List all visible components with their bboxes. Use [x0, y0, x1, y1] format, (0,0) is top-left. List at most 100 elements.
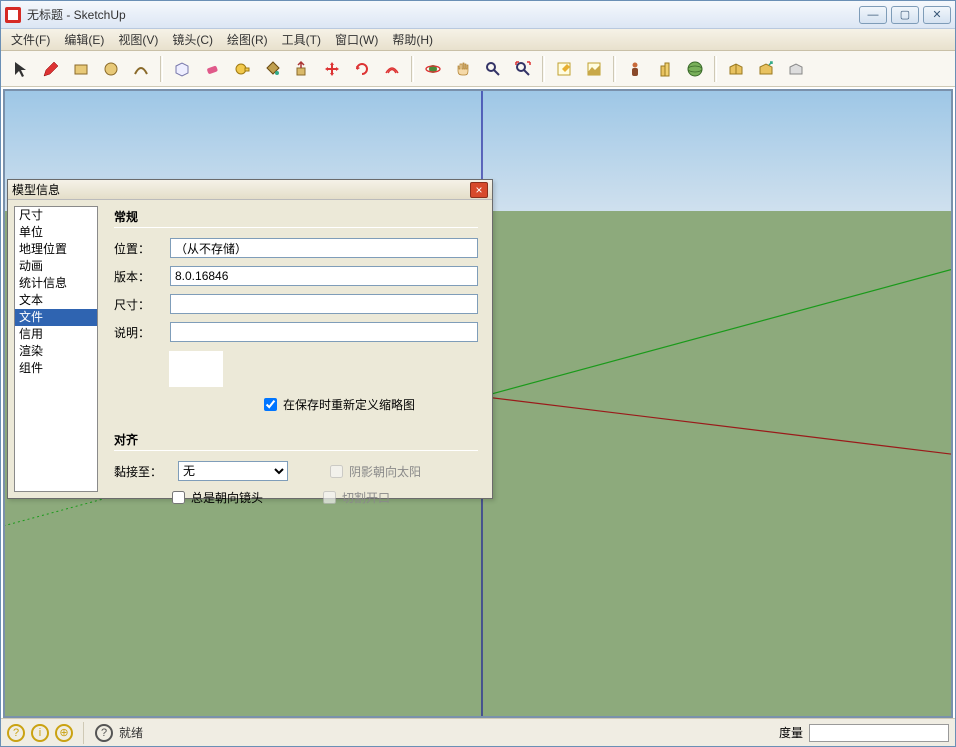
make-component-icon[interactable]: [168, 55, 196, 83]
shadows-face-sun-label: 阴影朝向太阳: [349, 463, 421, 480]
always-face-camera-label: 总是朝向镜头: [191, 489, 263, 506]
cut-opening-label: 切割开口: [342, 489, 390, 506]
app-icon: [5, 7, 21, 23]
rectangle-icon[interactable]: [67, 55, 95, 83]
help-icon[interactable]: ?: [7, 724, 25, 742]
description-field[interactable]: [170, 322, 478, 342]
person-icon[interactable]: [621, 55, 649, 83]
glue-label: 黏接至：: [114, 463, 166, 480]
3dwarehouse-get-icon[interactable]: [722, 55, 750, 83]
cat-animation[interactable]: 动画: [15, 258, 97, 275]
menu-draw[interactable]: 绘图(R): [223, 29, 272, 50]
select-icon[interactable]: [7, 55, 35, 83]
cat-geolocation[interactable]: 地理位置: [15, 241, 97, 258]
window-buttons: — ▢ ✕: [859, 6, 951, 24]
arc-icon[interactable]: [127, 55, 155, 83]
menubar: 文件(F) 编辑(E) 视图(V) 镜头(C) 绘图(R) 工具(T) 窗口(W…: [1, 29, 955, 51]
move-icon[interactable]: [318, 55, 346, 83]
toolbar-separator: [160, 56, 163, 82]
category-list[interactable]: 尺寸 单位 地理位置 动画 统计信息 文本 文件 信用 渲染 组件: [14, 206, 98, 492]
building-icon[interactable]: [651, 55, 679, 83]
toolbar-separator: [714, 56, 717, 82]
location-field: [170, 238, 478, 258]
instructor-icon[interactable]: i: [31, 724, 49, 742]
cat-dimensions[interactable]: 尺寸: [15, 207, 97, 224]
status-text: 就绪: [119, 724, 143, 741]
divider: [114, 227, 478, 228]
offset-icon[interactable]: [378, 55, 406, 83]
dialog-form: 常规 位置： 版本： 尺寸： 说明：: [98, 200, 492, 498]
dialog-titlebar[interactable]: 模型信息 ×: [8, 180, 492, 200]
menu-window[interactable]: 窗口(W): [331, 29, 382, 50]
cat-text[interactable]: 文本: [15, 292, 97, 309]
toolbar-separator: [542, 56, 545, 82]
menu-file[interactable]: 文件(F): [7, 29, 54, 50]
menu-help[interactable]: 帮助(H): [388, 29, 437, 50]
redefine-thumb-row: 在保存时重新定义缩略图: [264, 396, 478, 413]
viewport[interactable]: 模型信息 × 尺寸 单位 地理位置 动画 统计信息 文本 文件 信用 渲染 组件: [3, 89, 953, 718]
measure-label: 度量: [779, 724, 803, 741]
pushpull-icon[interactable]: [288, 55, 316, 83]
circle-icon[interactable]: [97, 55, 125, 83]
thumbnail-preview: [168, 350, 224, 388]
size-label: 尺寸：: [114, 296, 170, 313]
general-heading: 常规: [114, 208, 478, 225]
pencil-icon[interactable]: [37, 55, 65, 83]
menu-tools[interactable]: 工具(T): [278, 29, 325, 50]
rotate-icon[interactable]: [348, 55, 376, 83]
redefine-thumb-checkbox[interactable]: [264, 398, 277, 411]
red-axis: [482, 397, 951, 455]
measure-input[interactable]: [809, 724, 949, 742]
app-window: 无标题 - SketchUp — ▢ ✕ 文件(F) 编辑(E) 视图(V) 镜…: [0, 0, 956, 747]
glue-select[interactable]: 无: [178, 461, 288, 481]
location-label: 位置：: [114, 240, 170, 257]
menu-camera[interactable]: 镜头(C): [168, 29, 217, 50]
redefine-thumb-label: 在保存时重新定义缩略图: [283, 396, 415, 413]
toolbar-separator: [411, 56, 414, 82]
menu-view[interactable]: 视图(V): [114, 29, 162, 50]
menu-edit[interactable]: 编辑(E): [60, 29, 108, 50]
cat-components[interactable]: 组件: [15, 360, 97, 377]
cat-statistics[interactable]: 统计信息: [15, 275, 97, 292]
model-info-dialog: 模型信息 × 尺寸 单位 地理位置 动画 统计信息 文本 文件 信用 渲染 组件: [7, 179, 493, 499]
credits-icon[interactable]: ?: [95, 724, 113, 742]
photo-texture-icon[interactable]: [681, 55, 709, 83]
titlebar: 无标题 - SketchUp — ▢ ✕: [1, 1, 955, 29]
size-field: [170, 294, 478, 314]
window-title: 无标题 - SketchUp: [27, 6, 859, 23]
version-field: [170, 266, 478, 286]
eraser-icon[interactable]: [198, 55, 226, 83]
maximize-button[interactable]: ▢: [891, 6, 919, 24]
3dwarehouse-share-icon[interactable]: [752, 55, 780, 83]
pan-icon[interactable]: [449, 55, 477, 83]
geo-icon[interactable]: ⊕: [55, 724, 73, 742]
zoom-icon[interactable]: [479, 55, 507, 83]
dialog-title: 模型信息: [12, 181, 470, 198]
minimize-button[interactable]: —: [859, 6, 887, 24]
divider: [114, 450, 478, 451]
status-separator: [83, 722, 85, 744]
toolbar-separator: [613, 56, 616, 82]
version-label: 版本：: [114, 268, 170, 285]
statusbar: ? i ⊕ ? 就绪 度量: [1, 718, 955, 746]
cat-file[interactable]: 文件: [15, 309, 97, 326]
extensions-icon[interactable]: [782, 55, 810, 83]
cat-credits[interactable]: 信用: [15, 326, 97, 343]
toolbar: [1, 51, 955, 87]
cat-units[interactable]: 单位: [15, 224, 97, 241]
description-label: 说明：: [114, 324, 170, 341]
orbit-icon[interactable]: [419, 55, 447, 83]
terrain-icon[interactable]: [580, 55, 608, 83]
shadows-face-sun-checkbox: [330, 465, 343, 478]
paintbucket-icon[interactable]: [258, 55, 286, 83]
add-location-icon[interactable]: [550, 55, 578, 83]
align-heading: 对齐: [114, 431, 478, 448]
cat-rendering[interactable]: 渲染: [15, 343, 97, 360]
dialog-close-button[interactable]: ×: [470, 182, 488, 198]
always-face-camera-checkbox[interactable]: [172, 491, 185, 504]
tape-icon[interactable]: [228, 55, 256, 83]
close-button[interactable]: ✕: [923, 6, 951, 24]
cut-opening-checkbox: [323, 491, 336, 504]
zoom-extents-icon[interactable]: [509, 55, 537, 83]
green-axis: [482, 270, 951, 397]
